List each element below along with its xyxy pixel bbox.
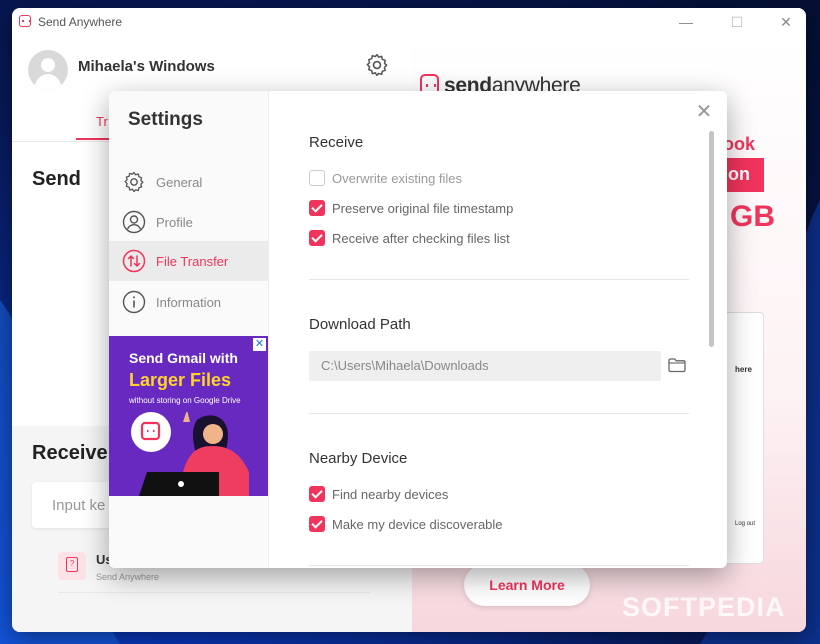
ad-mockup-card: here Log out — [724, 312, 764, 564]
send-heading: Send — [32, 168, 81, 190]
nav-item-label: Profile — [156, 215, 193, 230]
section-heading-nearby-device: Nearby Device — [309, 450, 408, 467]
maximize-button[interactable]: ☐ — [725, 12, 749, 32]
nav-item-label: General — [156, 175, 203, 190]
tab-transfer[interactable]: Tr — [96, 114, 108, 129]
find-nearby-checkbox[interactable] — [309, 486, 325, 502]
watermark: SOFTPEDIA — [622, 592, 786, 622]
transfer-icon — [122, 249, 146, 273]
checkbox-label: Find nearby devices — [332, 487, 449, 502]
section-heading-receive: Receive — [309, 134, 364, 151]
divider — [309, 565, 689, 566]
divider — [309, 413, 689, 414]
nav-item-general[interactable]: General — [109, 162, 268, 202]
nav-item-file-transfer[interactable]: File Transfer — [109, 241, 268, 281]
title-bar: Send Anywhere — ☐ ✕ — [12, 8, 806, 36]
nav-item-label: Information — [156, 295, 222, 310]
settings-dialog: Settings General Profile File Transfer I… — [109, 91, 727, 568]
ad-highlight: Larger Files — [129, 370, 232, 390]
nav-item-profile[interactable]: Profile — [109, 202, 268, 242]
close-window-button[interactable]: ✕ — [774, 12, 798, 32]
nav-item-information[interactable]: Information — [109, 282, 268, 322]
preserve-timestamp-checkbox[interactable] — [309, 200, 325, 216]
avatar[interactable] — [28, 50, 68, 90]
key-input-placeholder: Input ke — [52, 497, 106, 514]
mockup-text: here — [735, 365, 752, 374]
info-icon — [122, 290, 146, 314]
download-path-value: C:\Users\Mihaela\Downloads — [321, 358, 489, 373]
gear-icon[interactable] — [364, 52, 390, 78]
divider — [58, 592, 370, 593]
mockup-logout: Log out — [735, 521, 756, 527]
gear-icon — [124, 171, 144, 193]
ad-illustration — [131, 412, 249, 496]
overwrite-files-checkbox[interactable] — [309, 170, 325, 186]
checkbox-label: Preserve original file timestamp — [332, 201, 514, 216]
settings-sidebar: Settings General Profile File Transfer I… — [109, 91, 269, 568]
folder-icon[interactable] — [668, 357, 686, 373]
window-title: Send Anywhere — [38, 15, 123, 29]
settings-content: Receive Overwrite existing files Preserv… — [269, 91, 727, 568]
learn-more-button[interactable]: Learn More — [464, 564, 590, 606]
minimize-button[interactable]: — — [674, 12, 698, 32]
download-path-field[interactable]: C:\Users\Mihaela\Downloads — [309, 351, 661, 381]
checkbox-label: Overwrite existing files — [332, 171, 463, 186]
receive-after-check-checkbox[interactable] — [309, 230, 325, 246]
nav-item-label: File Transfer — [156, 254, 229, 269]
divider — [309, 279, 689, 280]
checkbox-label: Make my device discoverable — [332, 517, 503, 532]
ad-subtext: without storing on Google Drive — [129, 396, 241, 405]
ad-text-line3: GB — [730, 200, 775, 233]
checkbox-label: Receive after checking files list — [332, 231, 510, 246]
settings-title: Settings — [128, 109, 203, 130]
user-icon — [122, 210, 146, 234]
section-heading-download-path: Download Path — [309, 316, 411, 333]
ad-headline: Send Gmail with — [129, 350, 238, 366]
receive-heading: Receive — [32, 442, 108, 464]
discoverable-checkbox[interactable] — [309, 516, 325, 532]
app-logo-icon — [19, 15, 31, 27]
sidebar-ad[interactable]: ✕ Send Gmail with Larger Files without s… — [109, 336, 268, 496]
file-icon — [58, 552, 86, 580]
device-name: Mihaela's Windows — [78, 58, 215, 75]
history-item-source: Send Anywhere — [96, 572, 160, 582]
ad-close-icon[interactable]: ✕ — [253, 338, 266, 351]
scrollbar[interactable] — [709, 131, 714, 347]
